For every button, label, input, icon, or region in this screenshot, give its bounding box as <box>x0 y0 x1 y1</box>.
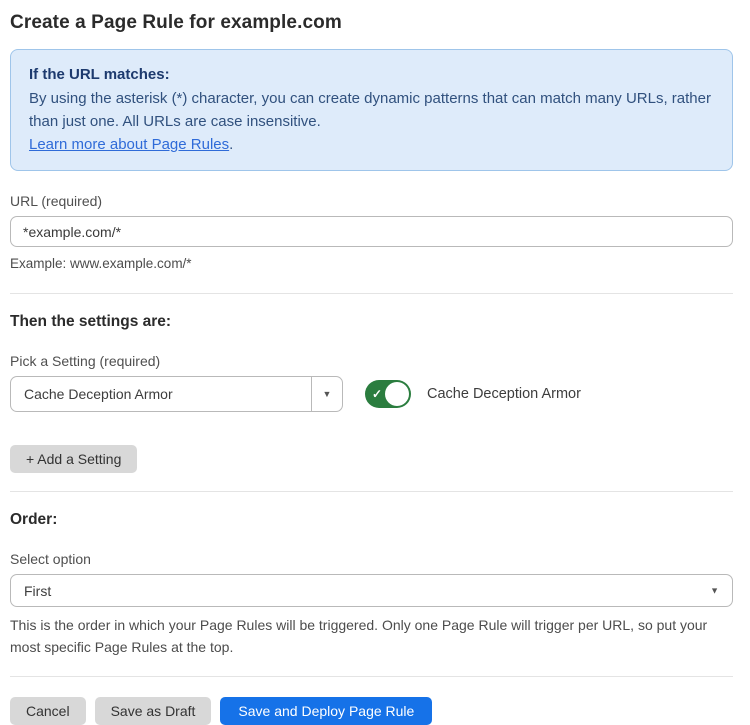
link-suffix: . <box>229 136 233 153</box>
chevron-down-icon: ▼ <box>710 586 719 595</box>
chevron-down-icon: ▼ <box>323 390 332 399</box>
divider <box>10 676 733 677</box>
order-helper-text: This is the order in which your Page Rul… <box>10 614 733 658</box>
setting-select-arrow-button[interactable]: ▼ <box>311 377 342 411</box>
setting-toggle-group: ✓ Cache Deception Armor <box>365 380 581 408</box>
save-and-deploy-button[interactable]: Save and Deploy Page Rule <box>220 697 432 725</box>
order-section-heading: Order: <box>10 511 733 529</box>
footer-actions: Cancel Save as Draft Save and Deploy Pag… <box>10 697 733 725</box>
divider <box>10 293 733 294</box>
info-box-link-line: Learn more about Page Rules. <box>29 133 714 156</box>
toggle-knob <box>385 382 409 406</box>
setting-toggle[interactable]: ✓ <box>365 380 411 408</box>
url-field-label: URL (required) <box>10 193 733 209</box>
url-example-helper: Example: www.example.com/* <box>10 253 733 275</box>
settings-section-heading: Then the settings are: <box>10 313 733 331</box>
page-title: Create a Page Rule for example.com <box>10 12 733 34</box>
cancel-button[interactable]: Cancel <box>10 697 86 725</box>
info-box-body: By using the asterisk (*) character, you… <box>29 87 714 133</box>
setting-row: Cache Deception Armor ▼ ✓ Cache Deceptio… <box>10 376 733 412</box>
setting-select[interactable]: Cache Deception Armor ▼ <box>10 376 343 412</box>
url-match-info-box: If the URL matches: By using the asteris… <box>10 49 733 171</box>
order-select-value: First <box>11 575 732 606</box>
add-setting-button[interactable]: + Add a Setting <box>10 445 137 473</box>
order-select[interactable]: First ▼ <box>10 574 733 607</box>
save-as-draft-button[interactable]: Save as Draft <box>95 697 212 725</box>
setting-toggle-label: Cache Deception Armor <box>427 386 581 402</box>
info-box-heading: If the URL matches: <box>29 63 714 86</box>
setting-picker-label: Pick a Setting (required) <box>10 353 733 369</box>
setting-select-value: Cache Deception Armor <box>11 377 311 411</box>
url-input[interactable] <box>10 216 733 247</box>
divider <box>10 491 733 492</box>
order-select-label: Select option <box>10 551 733 567</box>
check-icon: ✓ <box>372 388 382 400</box>
learn-more-link[interactable]: Learn more about Page Rules <box>29 136 229 153</box>
